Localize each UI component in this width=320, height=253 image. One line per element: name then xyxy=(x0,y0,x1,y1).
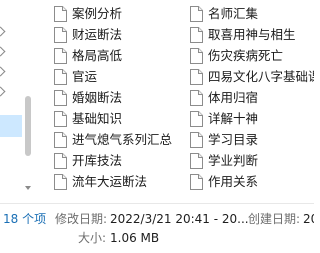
modified-date-label: 修改日期: xyxy=(55,212,108,226)
modified-date-value: 2022/3/21 20:41 - 20... xyxy=(110,212,249,226)
file-name: 伤灾疾病死亡 xyxy=(208,48,284,63)
chevron-right-icon[interactable] xyxy=(0,67,6,77)
document-icon xyxy=(190,6,203,22)
created-date-value: 20 xyxy=(303,212,314,226)
document-icon xyxy=(190,111,203,127)
file-item[interactable]: 案例分析 xyxy=(54,4,122,24)
chevron-right-icon[interactable] xyxy=(0,47,6,57)
document-icon xyxy=(54,69,67,85)
nav-item-expander[interactable] xyxy=(0,44,18,60)
file-item[interactable]: 学习目录 xyxy=(190,130,258,150)
file-name: 开库技法 xyxy=(72,153,123,168)
file-explorer-window: 案例分析 财运断法 格局高低 官运 婚姻断法 基础知识 进气熄气系列汇总 开库技… xyxy=(0,0,314,253)
file-item[interactable]: 财运断法 xyxy=(54,25,122,45)
chevron-right-icon[interactable] xyxy=(0,27,6,37)
file-list: 案例分析 财运断法 格局高低 官运 婚姻断法 基础知识 进气熄气系列汇总 开库技… xyxy=(54,2,314,197)
file-name: 作用关系 xyxy=(208,174,259,189)
file-name: 详解十神 xyxy=(208,111,259,126)
document-icon xyxy=(54,6,67,22)
file-item[interactable]: 流年大运断法 xyxy=(54,172,147,192)
file-item[interactable]: 伤灾疾病死亡 xyxy=(190,46,283,66)
file-item[interactable]: 四易文化八字基础课 xyxy=(190,67,314,87)
file-name: 财运断法 xyxy=(72,27,123,42)
document-icon xyxy=(190,48,203,64)
document-icon xyxy=(54,111,67,127)
file-name: 体用归宿 xyxy=(208,90,259,105)
file-name: 学习目录 xyxy=(208,132,259,147)
document-icon xyxy=(190,132,203,148)
created-date-label: 创建日期: xyxy=(248,212,301,226)
file-name: 取喜用神与相生 xyxy=(208,27,296,42)
chevron-right-icon[interactable] xyxy=(0,87,6,97)
file-name: 格局高低 xyxy=(72,48,123,63)
nav-scrollbar-thumb[interactable] xyxy=(25,96,31,156)
document-icon xyxy=(54,27,67,43)
document-icon xyxy=(190,90,203,106)
file-name: 进气熄气系列汇总 xyxy=(72,132,173,147)
document-icon xyxy=(54,132,67,148)
document-icon xyxy=(190,69,203,85)
file-item[interactable]: 婚姻断法 xyxy=(54,88,122,108)
nav-item-expander[interactable] xyxy=(0,24,18,40)
file-name: 四易文化八字基础课 xyxy=(208,69,314,84)
nav-item-expander[interactable] xyxy=(0,64,18,80)
details-status-bar: 18 个项 修改日期: 2022/3/21 20:41 - 20... 创建日期… xyxy=(0,203,314,253)
file-name: 婚姻断法 xyxy=(72,90,123,105)
file-item[interactable]: 学业判断 xyxy=(190,151,258,171)
file-item[interactable]: 格局高低 xyxy=(54,46,122,66)
file-name: 流年大运断法 xyxy=(72,174,148,189)
file-item[interactable]: 官运 xyxy=(54,67,97,87)
file-item[interactable]: 详解十神 xyxy=(190,109,258,129)
scroll-down-arrow-icon[interactable] xyxy=(24,186,32,194)
file-item[interactable]: 基础知识 xyxy=(54,109,122,129)
file-item[interactable]: 作用关系 xyxy=(190,172,258,192)
document-icon xyxy=(190,153,203,169)
document-icon xyxy=(54,90,67,106)
file-item[interactable]: 取喜用神与相生 xyxy=(190,25,296,45)
nav-item-selected[interactable] xyxy=(0,115,22,137)
size-value: 1.06 MB xyxy=(110,231,160,245)
item-count: 18 个项 xyxy=(3,212,47,226)
nav-item-expander[interactable] xyxy=(0,84,18,100)
file-name: 官运 xyxy=(72,69,98,84)
file-item[interactable]: 体用归宿 xyxy=(190,88,258,108)
file-name: 学业判断 xyxy=(208,153,259,168)
document-icon xyxy=(190,27,203,43)
document-icon xyxy=(54,174,67,190)
file-item[interactable]: 开库技法 xyxy=(54,151,122,171)
nav-scrollbar[interactable] xyxy=(23,0,33,200)
document-icon xyxy=(54,48,67,64)
document-icon xyxy=(190,174,203,190)
file-item[interactable]: 名师汇集 xyxy=(190,4,258,24)
file-name: 案例分析 xyxy=(72,6,123,21)
document-icon xyxy=(54,153,67,169)
file-item[interactable]: 进气熄气系列汇总 xyxy=(54,130,172,150)
file-name: 名师汇集 xyxy=(208,6,259,21)
size-label: 大小: xyxy=(78,231,107,245)
file-name: 基础知识 xyxy=(72,111,123,126)
